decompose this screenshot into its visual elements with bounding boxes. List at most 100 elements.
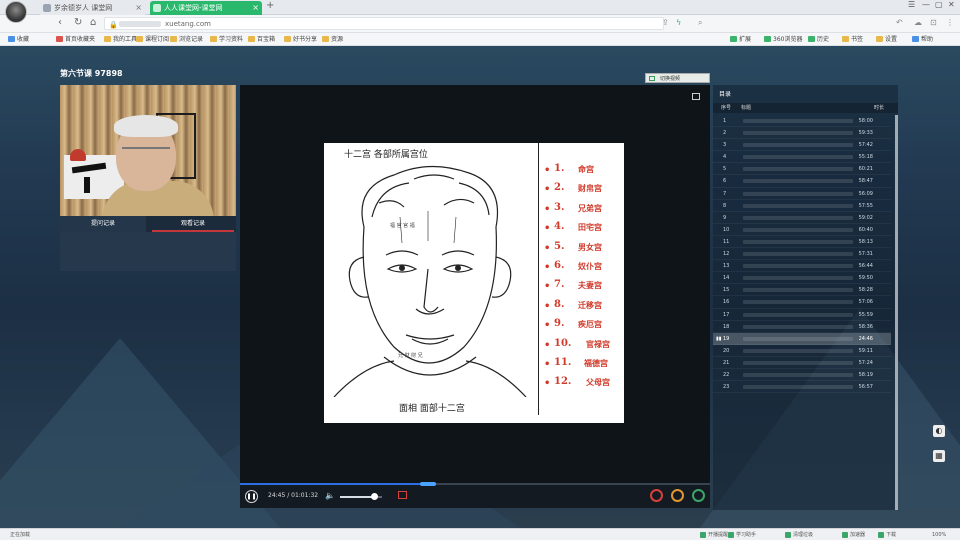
catalog-row[interactable]: 23 56:57 (713, 381, 891, 394)
catalog-row[interactable]: 3 57:42 (713, 139, 891, 152)
course-catalog: 目录 序号 标题 时长 1 58:00 2 59:33 3 57:42 4 55:18 5 60:… (713, 85, 898, 510)
bookmark-icon[interactable]: ⊡ (930, 18, 937, 27)
close-icon[interactable]: × (252, 1, 259, 15)
bookmark-item[interactable]: 我的工具 (104, 34, 137, 45)
row-title (743, 155, 853, 160)
catalog-row[interactable]: 9 59:02 (713, 212, 891, 224)
bookmark-item[interactable]: 学习资料 (210, 34, 243, 45)
lightning-icon[interactable]: ϟ (676, 18, 681, 27)
browser-tab-2[interactable]: 人人课堂网-课堂网 × (150, 1, 262, 15)
video-player[interactable]: 十二宫 各部所属宫位 福 官 官 福 兄 財 財 兄 • 1. 命宫 • 2. … (240, 85, 710, 483)
lock-icon: 🔒 (109, 21, 118, 29)
status-item[interactable]: 开播提醒 (700, 531, 728, 539)
status-item[interactable]: 100% (932, 531, 946, 539)
row-duration: 56:57 (858, 384, 873, 391)
catalog-row[interactable]: 12 57:31 (713, 248, 891, 261)
tab-questions[interactable]: 提问记录 (60, 216, 146, 232)
catalog-row[interactable]: 8 57:55 (713, 200, 891, 212)
scrollbar-thumb[interactable] (895, 115, 898, 510)
progress-handle[interactable] (420, 482, 436, 486)
switch-video-button[interactable]: 切换视频 (645, 73, 710, 83)
back-icon[interactable]: ‹ (58, 17, 62, 28)
info-icon[interactable] (671, 489, 684, 502)
gift-icon[interactable]: ▦ (933, 450, 945, 462)
catalog-scrollbar[interactable] (895, 115, 898, 510)
row-duration: 56:09 (858, 190, 873, 197)
catalog-row[interactable]: 17 55:59 (713, 309, 891, 321)
row-number: 11 (723, 238, 730, 245)
bookmark-item[interactable]: 扩展 (730, 34, 751, 45)
face-diagram: 福 官 官 福 兄 財 財 兄 (333, 165, 527, 397)
status-item[interactable]: 学习助手 (728, 531, 756, 539)
bookmark-item[interactable]: 课程订阅 (136, 34, 169, 45)
status-item[interactable]: 加速器 (842, 531, 865, 539)
volume-knob[interactable] (370, 493, 378, 500)
catalog-row[interactable]: 21 57:24 (713, 357, 891, 369)
catalog-row[interactable]: 6 58:47 (713, 175, 891, 188)
close-window-icon[interactable]: ✕ (948, 0, 955, 9)
catalog-row[interactable]: 4 55:18 (713, 151, 891, 164)
bookmark-item[interactable]: 帮助 (912, 34, 933, 45)
bookmark-item[interactable]: 收藏 (8, 34, 29, 45)
status-item[interactable]: 下载 (878, 531, 896, 539)
catalog-row[interactable]: 18 58:36 (713, 321, 891, 333)
maximize-icon[interactable]: ▢ (935, 0, 943, 9)
record-icon[interactable] (650, 489, 663, 502)
catalog-row[interactable]: ▮▮ 19 24:46 (713, 332, 891, 345)
row-title (743, 191, 853, 196)
fullscreen-icon[interactable] (398, 491, 407, 499)
catalog-row[interactable]: 22 58:19 (713, 369, 891, 382)
cloud-icon[interactable]: ☁ (914, 18, 922, 27)
catalog-row[interactable]: 2 59:33 (713, 127, 891, 140)
row-number: 19 (723, 335, 730, 342)
bookmark-item[interactable]: 首页收藏夹 (56, 34, 95, 45)
user-avatar[interactable] (5, 1, 27, 23)
bookmark-item[interactable]: 好书分享 (284, 34, 317, 45)
more-icon[interactable]: ⋮ (946, 18, 954, 27)
chat-icon[interactable]: ◐ (933, 425, 945, 437)
palace-item: • 2. 财帛宫 (544, 182, 602, 196)
menu-icon[interactable]: ☰ (908, 0, 915, 9)
catalog-row[interactable]: 1 58:00 (713, 115, 891, 128)
catalog-row[interactable]: 7 56:09 (713, 188, 891, 200)
row-title (743, 143, 853, 148)
catalog-row[interactable]: 11 58:13 (713, 236, 891, 249)
undo-icon[interactable]: ↶ (896, 18, 903, 27)
status-item[interactable]: 清理垃圾 (785, 531, 813, 539)
refresh-icon[interactable] (692, 489, 705, 502)
catalog-row[interactable]: 14 59:50 (713, 272, 891, 285)
catalog-list: 1 58:00 2 59:33 3 57:42 4 55:18 5 60:21 6 58:47 7 56:… (713, 115, 891, 394)
bookmark-item[interactable]: 书签 (842, 34, 863, 45)
volume-icon[interactable]: 🔈 (325, 491, 335, 500)
bookmark-item[interactable]: 资源 (322, 34, 343, 45)
volume-slider[interactable] (340, 493, 382, 500)
minimize-icon[interactable]: — (922, 0, 930, 9)
progress-bar[interactable] (240, 482, 710, 486)
url-input[interactable]: 🔒 xuetang.com (104, 17, 664, 30)
browser-tab-1[interactable]: 岁余德岁人 课堂网 × (40, 1, 145, 15)
bookmark-item[interactable]: 浏览记录 (170, 34, 203, 45)
row-title (743, 372, 853, 377)
refresh-icon[interactable]: ↻ (74, 17, 82, 28)
bookmark-item[interactable]: 设置 (876, 34, 897, 45)
catalog-row[interactable]: 20 59:11 (713, 345, 891, 357)
catalog-row[interactable]: 16 57:06 (713, 296, 891, 309)
pause-button[interactable]: ❚❚ (245, 490, 258, 503)
share-icon[interactable]: ⇪ (662, 18, 669, 27)
playback-time: 24:45 / 01:01:32 (268, 492, 319, 499)
catalog-row[interactable]: 15 58:28 (713, 284, 891, 297)
new-tab-button[interactable]: + (266, 0, 274, 11)
row-duration: 57:24 (858, 359, 873, 366)
search-icon[interactable]: ⌕ (698, 18, 702, 28)
catalog-row[interactable]: 10 60:40 (713, 224, 891, 236)
close-icon[interactable]: × (135, 1, 142, 15)
picture-in-picture-icon[interactable] (692, 93, 700, 100)
home-icon[interactable]: ⌂ (90, 17, 96, 28)
row-title (743, 239, 853, 244)
catalog-row[interactable]: 13 56:44 (713, 260, 891, 273)
bookmark-item[interactable]: 历史 (808, 34, 829, 45)
catalog-row[interactable]: 5 60:21 (713, 163, 891, 176)
bookmark-item[interactable]: 360浏览器 (764, 34, 802, 45)
bookmark-item[interactable]: 百宝箱 (248, 34, 275, 45)
row-number: 1 (723, 118, 727, 124)
